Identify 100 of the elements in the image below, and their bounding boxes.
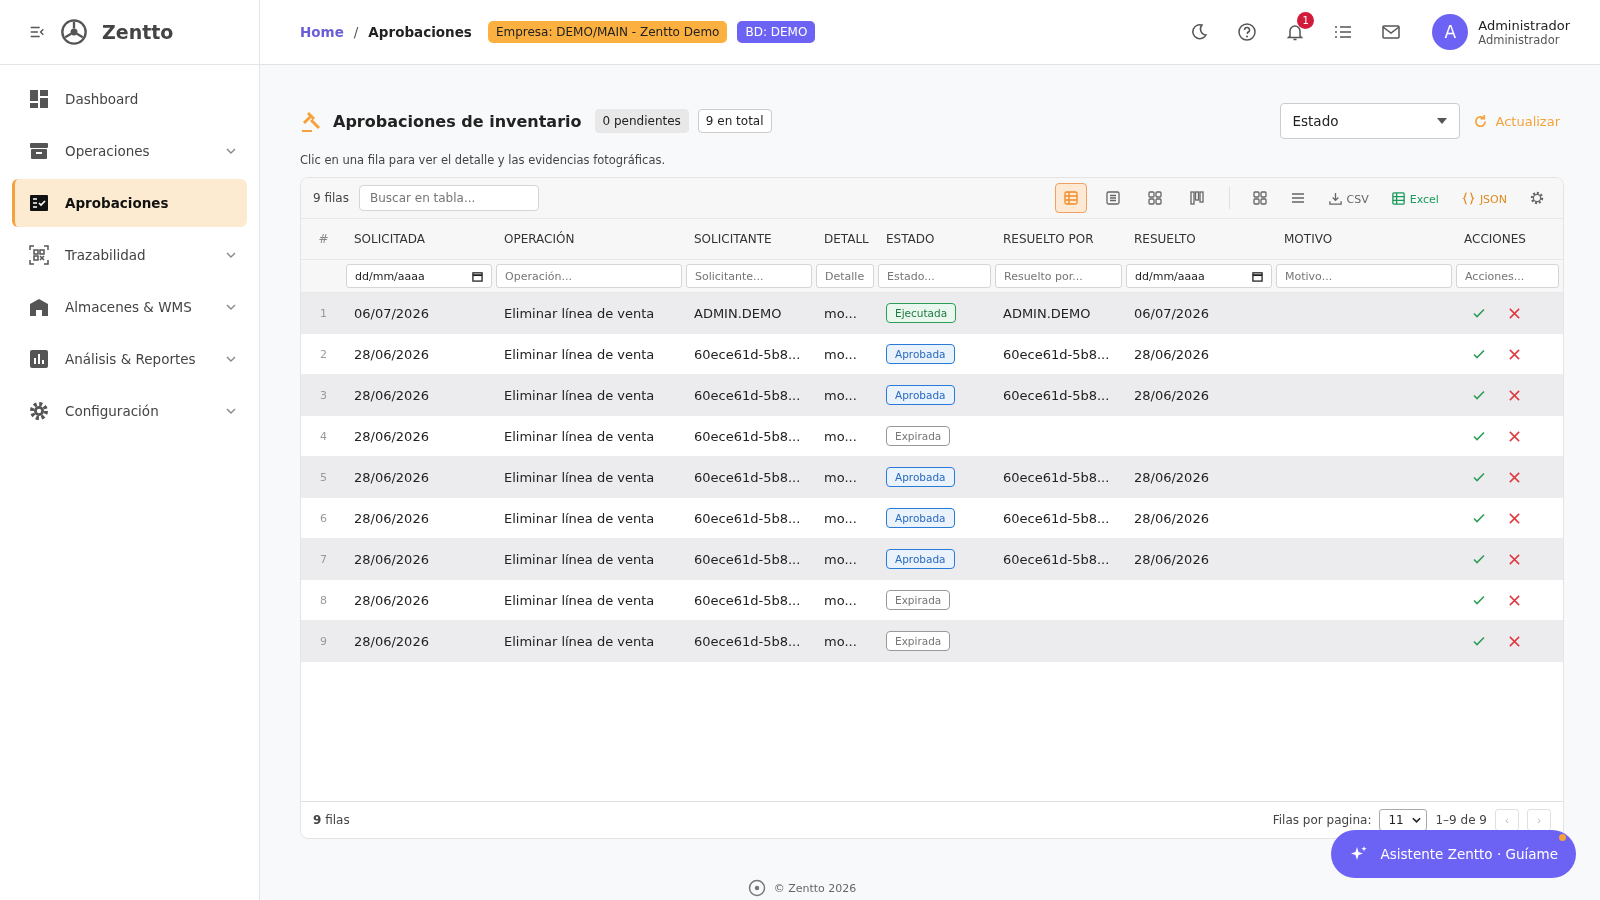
table-row[interactable]: 7 28/06/2026 Eliminar línea de venta 60ece61d-5b8... mo... Aprobada 60ece61d-5b8... 28/06/2026 bbox=[301, 539, 1563, 580]
table-cell-text: 60ece61d-5b8... bbox=[693, 428, 802, 444]
table-view-button[interactable] bbox=[1054, 183, 1087, 213]
column-header[interactable]: SOLICITANTE bbox=[686, 232, 816, 246]
column-filter-field[interactable]: Solicitante... bbox=[686, 264, 812, 288]
column-filter-field[interactable]: Operación... bbox=[496, 264, 682, 288]
close-icon[interactable] bbox=[1508, 511, 1521, 525]
kanban-icon bbox=[1188, 190, 1205, 206]
close-icon[interactable] bbox=[1508, 634, 1521, 648]
help-icon[interactable] bbox=[1237, 22, 1258, 42]
close-icon[interactable] bbox=[1508, 388, 1521, 402]
column-header[interactable]: ACCIONES bbox=[1456, 232, 1563, 246]
table-cell: ADMIN.DEMO bbox=[1003, 305, 1091, 321]
status-dot bbox=[1559, 834, 1566, 841]
close-icon[interactable] bbox=[1508, 470, 1521, 484]
status-badge: Aprobada bbox=[886, 385, 955, 405]
approve-icon[interactable] bbox=[1472, 306, 1486, 320]
table-cell-text: 28/06/2026 bbox=[353, 592, 430, 608]
status-badge: Aprobada bbox=[886, 344, 955, 364]
bell-icon[interactable] bbox=[1285, 22, 1306, 42]
moon-icon[interactable] bbox=[1189, 22, 1210, 42]
approve-icon[interactable] bbox=[1472, 388, 1486, 402]
table-cell-text: Eliminar línea de venta bbox=[503, 428, 656, 444]
caret-icon bbox=[1436, 118, 1447, 124]
spreadsheet-icon bbox=[1390, 190, 1406, 206]
close-icon[interactable] bbox=[1508, 306, 1521, 320]
table-cell-text: 60ece61d-5b8... bbox=[693, 633, 802, 649]
grid-icon[interactable] bbox=[1251, 190, 1268, 206]
export-csv-button[interactable]: CSV bbox=[1321, 188, 1375, 208]
breadcrumb-separator: / bbox=[353, 24, 359, 40]
notification-count: 1 bbox=[1297, 12, 1315, 29]
column-header[interactable]: SOLICITADA bbox=[346, 232, 496, 246]
breadcrumb-link[interactable]: Home bbox=[300, 24, 344, 40]
context-badge: Empresa: DEMO/MAIN - Zentto Demo bbox=[487, 21, 728, 43]
cards-icon bbox=[1146, 190, 1163, 206]
approve-icon[interactable] bbox=[1472, 429, 1486, 443]
column-header[interactable]: OPERACIÓN bbox=[496, 232, 686, 246]
table-row[interactable]: 9 28/06/2026 Eliminar línea de venta 60ece61d-5b8... mo... Expirada bbox=[301, 621, 1563, 662]
user-role: Administrador bbox=[1478, 32, 1561, 47]
approve-icon[interactable] bbox=[1472, 593, 1486, 607]
approve-icon[interactable] bbox=[1472, 511, 1486, 525]
table-cell-text: Eliminar línea de venta bbox=[503, 469, 656, 485]
table-icon bbox=[1062, 190, 1079, 206]
sidebar-item[interactable]: Operaciones bbox=[12, 127, 247, 175]
table-cell-text: 28/06/2026 bbox=[353, 346, 430, 362]
caret-icon bbox=[1412, 817, 1422, 823]
column-header[interactable]: RESUELTO POR bbox=[995, 232, 1126, 246]
row-number: 3 bbox=[319, 388, 328, 402]
table-cell-text: 60ece61d-5b8... bbox=[693, 346, 802, 362]
column-header[interactable]: MOTIVO bbox=[1276, 232, 1456, 246]
density-icon[interactable] bbox=[1289, 190, 1306, 206]
approve-icon[interactable] bbox=[1472, 552, 1486, 566]
table-cell-text: 60ece61d-5b8... bbox=[693, 510, 802, 526]
approve-icon[interactable] bbox=[1472, 347, 1486, 361]
download-icon bbox=[1327, 190, 1343, 206]
assistant-button[interactable]: Asistente Zentto · Guíame bbox=[1330, 830, 1576, 878]
close-icon[interactable] bbox=[1508, 347, 1521, 361]
settings-icon[interactable] bbox=[1529, 190, 1545, 206]
column-filter-field[interactable]: Motivo... bbox=[1276, 264, 1452, 288]
sidebar-item[interactable]: Aprobaciones bbox=[12, 179, 247, 227]
column-header[interactable]: RESUELTO bbox=[1126, 232, 1276, 246]
table-search-field[interactable]: Buscar en tabla... bbox=[358, 185, 539, 211]
row-number: 1 bbox=[319, 306, 328, 320]
row-number: 6 bbox=[319, 511, 328, 525]
column-header[interactable]: ESTADO bbox=[878, 232, 995, 246]
table-cell-text: 28/06/2026 bbox=[353, 551, 430, 567]
column-filter-field[interactable]: Resuelto por... bbox=[995, 264, 1122, 288]
table-row[interactable]: 3 28/06/2026 Eliminar línea de venta 60ece61d-5b8... mo... Aprobada 60ece61d-5b8... 28/06/2026 bbox=[301, 375, 1563, 416]
row-number: 5 bbox=[319, 470, 328, 484]
column-header[interactable]: DETALL bbox=[816, 232, 878, 246]
column-filter-field[interactable]: Estado... bbox=[878, 264, 991, 288]
close-icon[interactable] bbox=[1508, 552, 1521, 566]
table-cell: 60ece61d-5b8... bbox=[1003, 510, 1110, 526]
date-filter-field[interactable]: dd/mm/aaaa bbox=[346, 264, 492, 288]
sidebar-item[interactable]: Análisis & Reportes bbox=[12, 335, 247, 383]
column-filter-field[interactable]: Acciones... bbox=[1456, 264, 1559, 288]
sidebar-item[interactable]: Dashboard bbox=[12, 75, 247, 123]
approve-icon[interactable] bbox=[1472, 470, 1486, 484]
close-icon[interactable] bbox=[1508, 593, 1521, 607]
table-cell: 60ece61d-5b8... bbox=[1003, 469, 1110, 485]
sidebar-item[interactable]: Trazabilidad bbox=[12, 231, 247, 279]
table-row[interactable]: 5 28/06/2026 Eliminar línea de venta 60ece61d-5b8... mo... Aprobada 60ece61d-5b8... 28/06/2026 bbox=[301, 457, 1563, 498]
mail-icon[interactable] bbox=[1381, 22, 1402, 42]
pending-count: 0 pendientes bbox=[594, 109, 689, 133]
close-icon[interactable] bbox=[1508, 429, 1521, 443]
table-cell-text: mo... bbox=[823, 346, 858, 362]
table-cell-text: mo... bbox=[823, 387, 858, 403]
column-filter-field[interactable]: Detalle bbox=[816, 264, 874, 288]
status-select[interactable]: Estado bbox=[1279, 103, 1460, 139]
approve-icon[interactable] bbox=[1472, 634, 1486, 648]
table-cell-text: 60ece61d-5b8... bbox=[693, 592, 802, 608]
user-avatar[interactable]: A bbox=[1432, 14, 1469, 50]
sidebar-item[interactable]: Almacenes & WMS bbox=[12, 283, 247, 331]
list-icon bbox=[1104, 190, 1121, 206]
sidebar-item[interactable]: Configuración bbox=[12, 387, 247, 435]
table-row[interactable]: 1 06/07/2026 Eliminar línea de venta ADMIN.DEMO mo... Ejecutada ADMIN.DEMO 06/07/2026 bbox=[301, 293, 1563, 334]
date-filter-field[interactable]: dd/mm/aaaa bbox=[1126, 264, 1272, 288]
logo-icon bbox=[747, 879, 766, 897]
table-cell-text: mo... bbox=[823, 510, 858, 526]
row-number: 7 bbox=[319, 552, 328, 566]
